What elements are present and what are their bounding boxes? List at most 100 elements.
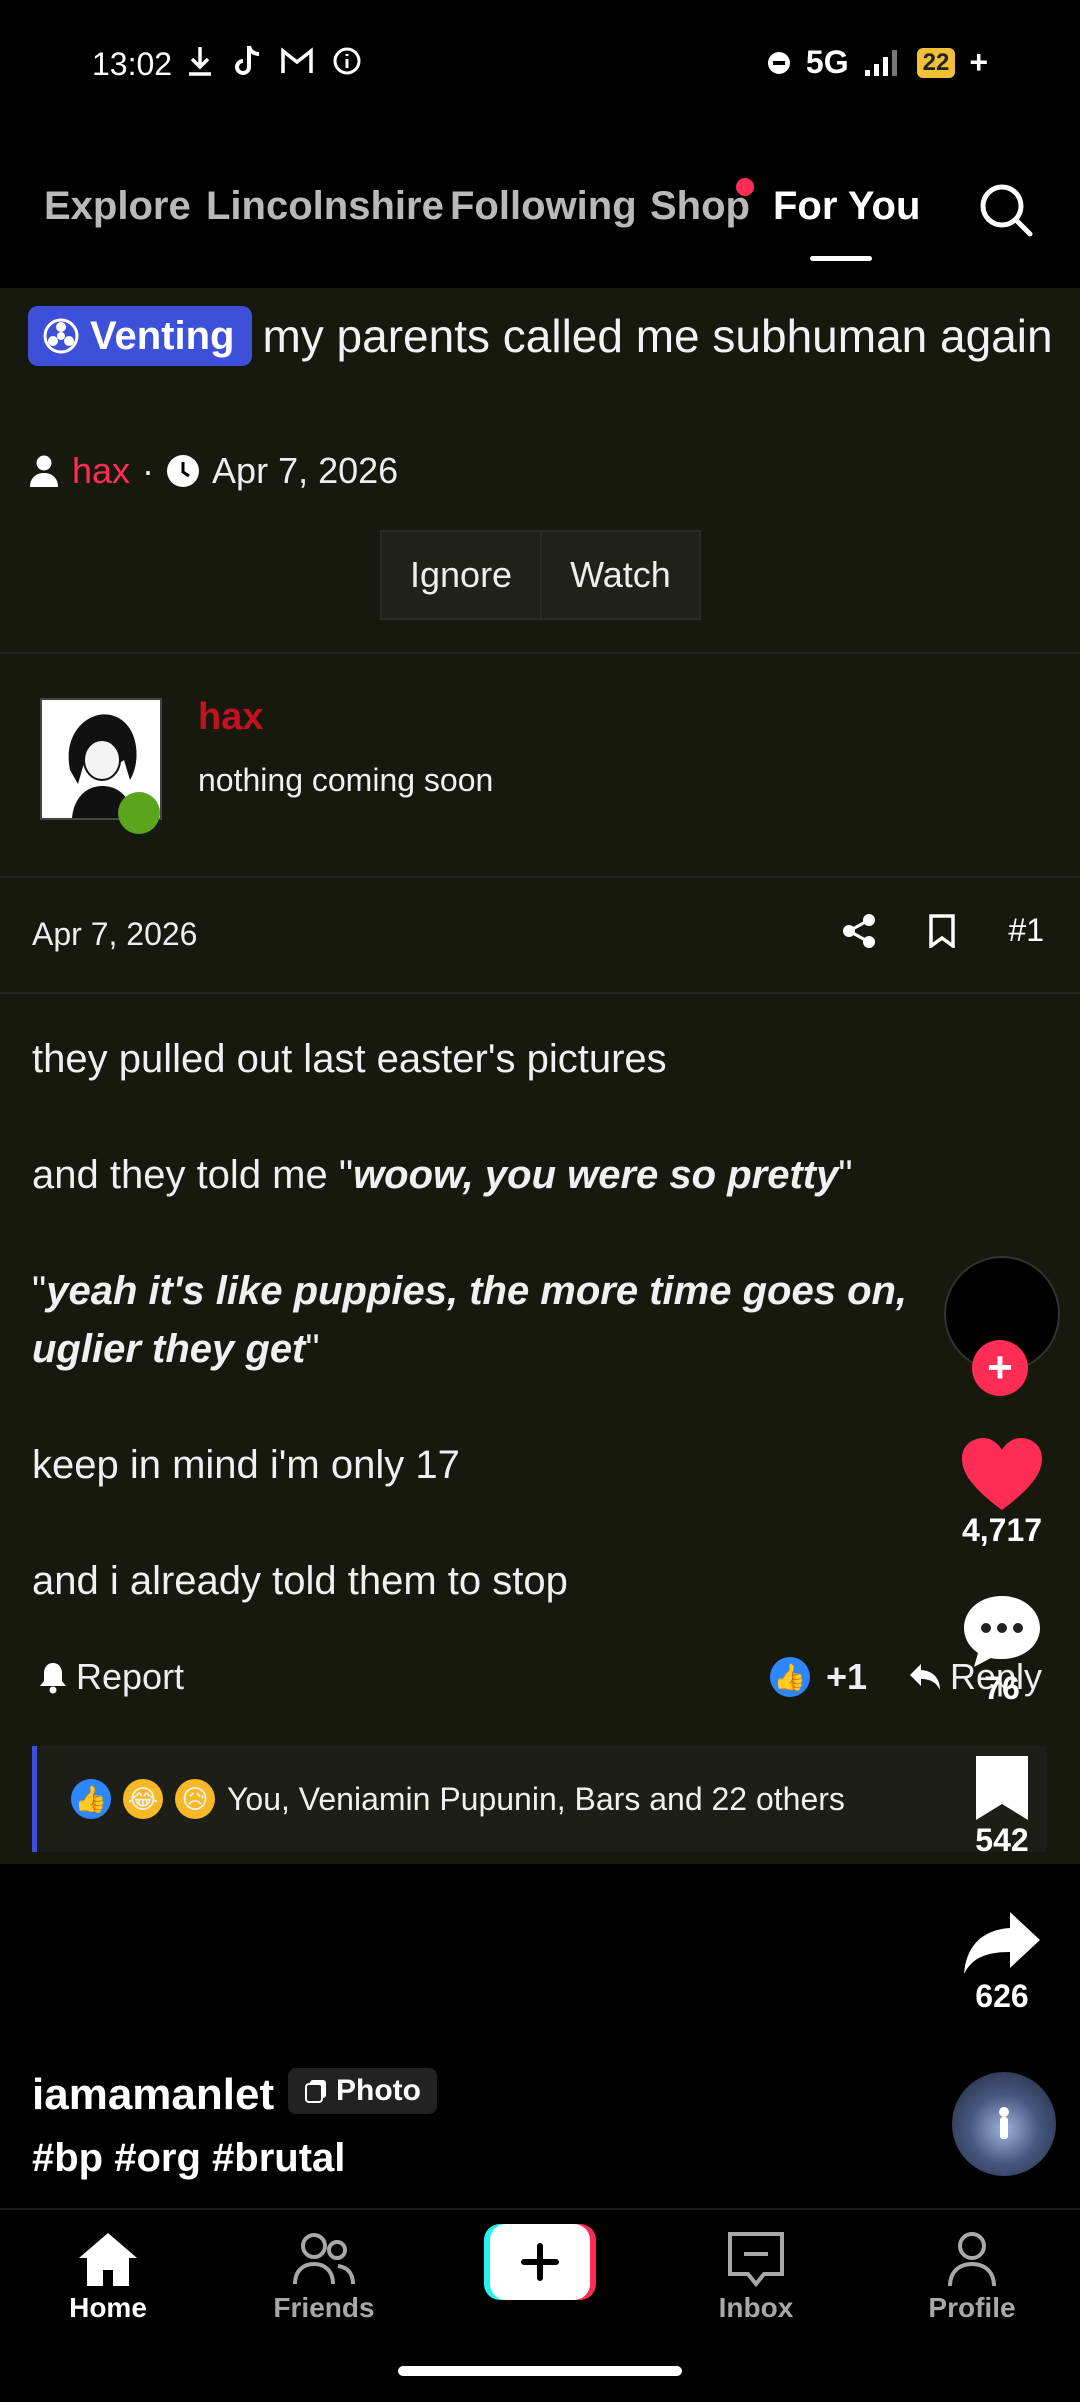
inbox-icon: [728, 2232, 784, 2288]
heart-icon: [962, 1438, 1042, 1510]
download-icon: [189, 47, 211, 76]
share-count: 626: [975, 1978, 1029, 2014]
post-username[interactable]: hax: [198, 696, 263, 739]
bookmark-filled-icon: [976, 1756, 1028, 1820]
laughing-icon: 😂: [123, 1779, 163, 1819]
top-nav: Explore Lincolnshire Following Shop For …: [0, 160, 1080, 270]
reaction-summary[interactable]: 👍 +1: [770, 1656, 867, 1698]
status-time: 13:02: [92, 46, 173, 82]
user-icon: [30, 455, 58, 487]
share-button[interactable]: 626: [942, 1908, 1062, 2015]
quoted-text: woow, you were so pretty: [353, 1153, 839, 1197]
post-paragraph: keep in mind i'm only 17: [32, 1443, 460, 1487]
post-number[interactable]: #1: [1008, 912, 1044, 949]
status-notification-icons: [186, 44, 362, 78]
post-paragraph: they pulled out last easter's pictures: [32, 1037, 667, 1081]
nav-inbox-label: Inbox: [718, 2292, 794, 2323]
nav-home-label: Home: [69, 2292, 147, 2323]
shop-notification-dot: [736, 178, 754, 196]
thread-author[interactable]: hax: [72, 450, 130, 492]
tab-for-you[interactable]: For You: [773, 184, 920, 229]
meta-separator: ·: [142, 450, 155, 491]
nav-inbox[interactable]: Inbox: [686, 2230, 826, 2324]
clock-icon: [167, 455, 200, 487]
like-count: 4,717: [961, 1512, 1043, 1548]
create-button[interactable]: [484, 2224, 596, 2300]
reactions-text: You, Veniamin Pupunin, Bars and 22 other…: [227, 1780, 845, 1817]
gmail-icon: [281, 47, 313, 73]
reaction-count: +1: [826, 1656, 868, 1697]
bookmark-icon[interactable]: [928, 913, 956, 948]
reactions-bar[interactable]: 👍 😂 😥 You, Veniamin Pupunin, Bars and 22…: [32, 1746, 1046, 1852]
thumbs-up-icon: 👍: [71, 1779, 111, 1819]
figure-icon: [999, 2107, 1009, 2139]
post-date: Apr 7, 2026: [32, 916, 198, 952]
share-icon[interactable]: [842, 913, 876, 949]
post-paragraph: and i already told them to stop: [32, 1559, 568, 1603]
home-icon: [79, 2233, 137, 2286]
active-tab-indicator: [810, 256, 872, 261]
online-status-dot: [118, 792, 160, 834]
like-button[interactable]: 4,717: [942, 1436, 1062, 1549]
info-icon: [333, 47, 361, 75]
tab-lincolnshire[interactable]: Lincolnshire: [206, 184, 444, 229]
charging-icon: +: [969, 44, 988, 80]
creator-username[interactable]: iamamanlet: [32, 2070, 274, 2120]
sad-icon: 😥: [175, 1779, 215, 1819]
tab-explore[interactable]: Explore: [44, 184, 191, 229]
photo-icon: [305, 2080, 326, 2103]
status-system-icons: 5G 22 +: [766, 44, 988, 81]
save-button[interactable]: 542: [942, 1752, 1062, 1859]
thumbs-up-icon: 👍: [770, 1657, 810, 1697]
venting-tag-label: Venting: [90, 313, 235, 358]
nav-friends[interactable]: Friends: [254, 2230, 394, 2324]
friends-icon: [293, 2233, 355, 2285]
nav-friends-label: Friends: [273, 2292, 375, 2323]
follow-plus-button[interactable]: +: [972, 1340, 1028, 1396]
photo-badge-label: Photo: [336, 2074, 421, 2107]
thread-title[interactable]: Venting my parents called me subhuman ag…: [28, 302, 1058, 370]
status-bar: 13:02 5G 22 +: [0, 0, 1080, 130]
report-label: Report: [76, 1656, 185, 1697]
comment-count: 76: [984, 1670, 1020, 1706]
nav-profile[interactable]: Profile: [902, 2230, 1042, 2324]
thread-meta: hax · Apr 7, 2026: [28, 450, 398, 492]
search-icon[interactable]: [976, 180, 1036, 240]
tab-shop[interactable]: Shop: [650, 184, 750, 229]
nav-profile-label: Profile: [928, 2292, 1016, 2323]
hashtags[interactable]: #bp #org #brutal: [32, 2136, 345, 2181]
battery-level: 22: [916, 47, 956, 78]
comment-button[interactable]: 76: [942, 1592, 1062, 1707]
post-paragraph: "yeah it's like puppies, the more time g…: [32, 1269, 908, 1371]
photo-badge: Photo: [288, 2068, 437, 2114]
report-button[interactable]: Report: [38, 1656, 184, 1698]
network-type: 5G: [805, 44, 849, 80]
save-count: 542: [975, 1822, 1029, 1858]
ignore-button[interactable]: Ignore: [382, 532, 541, 618]
post-actions: #1: [842, 912, 1044, 949]
thread-date: Apr 7, 2026: [212, 450, 399, 491]
nav-home[interactable]: Home: [38, 2230, 178, 2324]
quoted-text: yeah it's like puppies, the more time go…: [32, 1269, 908, 1371]
comment-icon: [964, 1596, 1040, 1667]
thread-buttons: Ignore Watch: [380, 530, 701, 620]
profile-icon: [948, 2232, 996, 2287]
watch-button[interactable]: Watch: [540, 532, 699, 618]
music-disc[interactable]: [952, 2072, 1056, 2176]
venting-tag: Venting: [28, 305, 253, 366]
share-arrow-icon: [964, 1912, 1040, 1974]
home-indicator[interactable]: [398, 2366, 682, 2376]
divider: [0, 992, 1080, 994]
tiktok-icon: [235, 45, 260, 75]
divider: [0, 876, 1080, 878]
reply-icon: [910, 1664, 940, 1690]
divider: [0, 652, 1080, 654]
post-paragraph: and they told me "woow, you were so pret…: [32, 1153, 853, 1197]
post-body: they pulled out last easter's pictures a…: [32, 1030, 962, 1668]
tab-following[interactable]: Following: [450, 184, 637, 229]
signal-icon: [864, 49, 897, 76]
dnd-icon: [767, 51, 790, 74]
thread-title-text: my parents called me subhuman again: [262, 310, 1053, 362]
biohazard-icon: [43, 318, 79, 354]
bell-icon: [40, 1663, 66, 1694]
